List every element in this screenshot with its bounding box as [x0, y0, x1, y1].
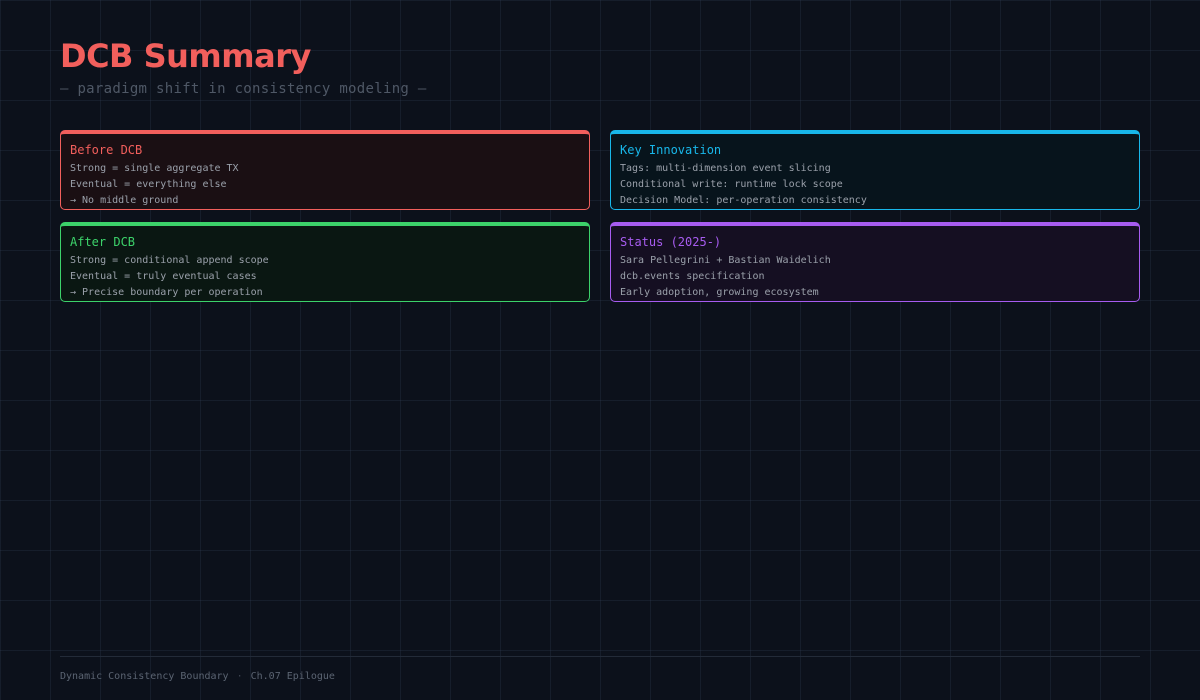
card-after-dcb: After DCB Strong = conditional append sc… [60, 222, 590, 302]
footer-chapter: Ch.07 Epilogue [250, 671, 335, 682]
card-title: Before DCB [70, 143, 143, 157]
card-before-dcb: Before DCB Strong = single aggregate TX … [60, 130, 590, 210]
card-line: → Precise boundary per operation [70, 287, 263, 298]
card-line: dcb.events specification [620, 271, 765, 282]
card-title: Status (2025-) [620, 235, 722, 249]
card-line: Sara Pellegrini + Bastian Waidelich [620, 255, 831, 266]
footer: Dynamic Consistency Boundary · Ch.07 Epilo… [60, 670, 335, 684]
card-line: Tags: multi-dimension event slicing [620, 163, 831, 174]
card-line: Early adoption, growing ecosystem [620, 287, 819, 298]
card-line: → No middle ground [70, 195, 179, 206]
page-subtitle: — paradigm shift in consistency modeling… [60, 81, 427, 97]
card-key-innovation: Key Innovation Tags: multi-dimension eve… [610, 130, 1140, 210]
footer-separator: · [236, 671, 243, 682]
card-line: Strong = conditional append scope [70, 255, 269, 266]
card-line: Decision Model: per-operation consistenc… [620, 195, 867, 206]
card-status: Status (2025-) Sara Pellegrini + Bastian… [610, 222, 1140, 302]
page-title: DCB Summary [60, 37, 311, 75]
card-line: Conditional write: runtime lock scope [620, 179, 843, 190]
card-line: Eventual = truly eventual cases [70, 271, 257, 282]
footer-doc-title: Dynamic Consistency Boundary [60, 671, 229, 682]
footer-divider [60, 656, 1140, 657]
card-line: Strong = single aggregate TX [70, 163, 239, 174]
card-title: After DCB [70, 235, 136, 249]
card-line: Eventual = everything else [70, 179, 227, 190]
card-title: Key Innovation [620, 143, 722, 157]
